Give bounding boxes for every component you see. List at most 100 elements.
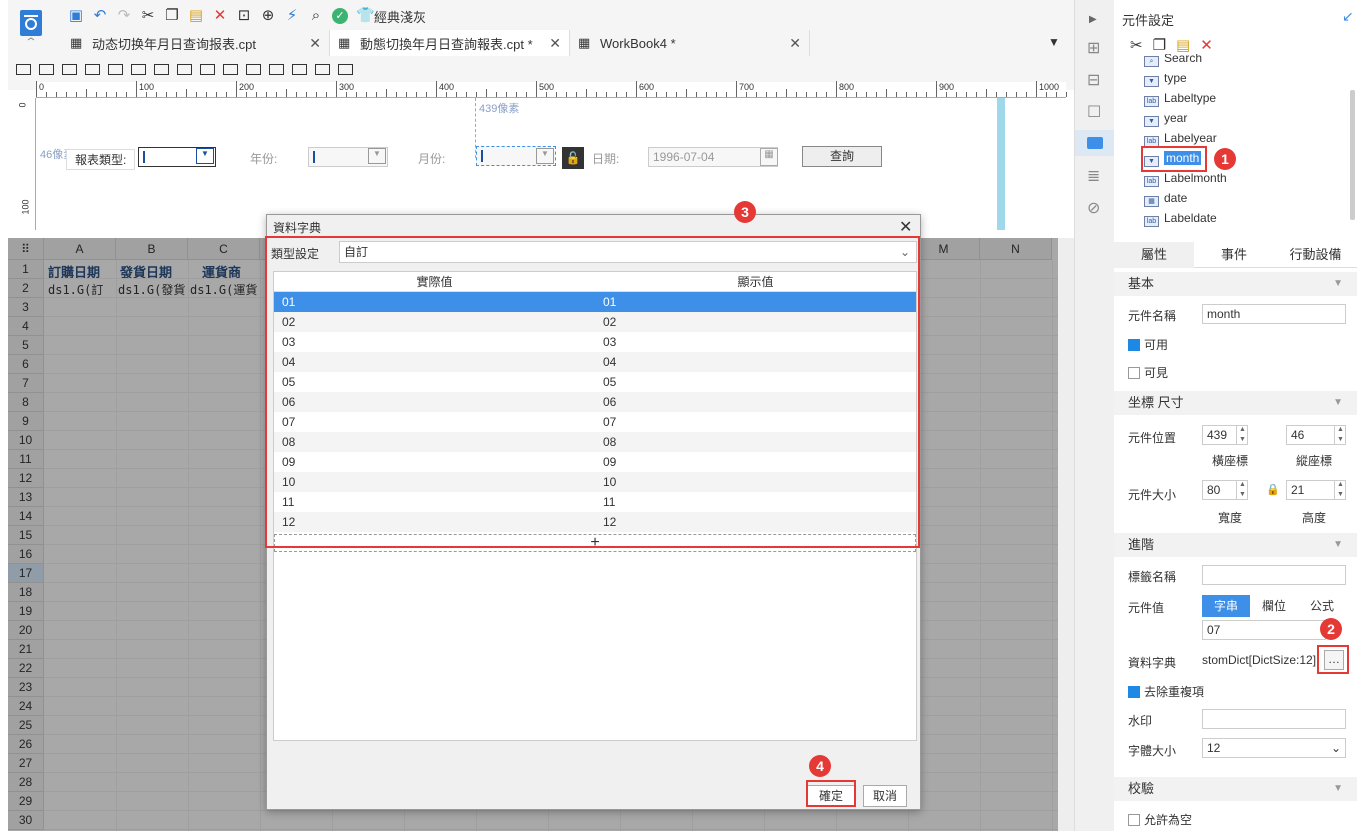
grid-scrollbar[interactable] [1058, 238, 1074, 831]
widget-txt-icon[interactable] [223, 63, 238, 75]
preview-icon[interactable]: ⊡ [236, 8, 252, 24]
cancel-button[interactable]: 取消 [863, 785, 907, 807]
plugin-icon[interactable]: ⚡ [284, 8, 300, 24]
value-tab-string[interactable]: 字串 [1202, 595, 1250, 617]
widget-label-icon[interactable] [39, 63, 54, 75]
combo-arrow-icon[interactable]: ▼ [536, 148, 554, 164]
value-tab-formula[interactable]: 公式 [1298, 595, 1346, 617]
cut-icon[interactable]: ✂ [140, 8, 156, 24]
tab-file-3[interactable]: ▦ WorkBook4 * ✕ [570, 30, 810, 56]
close-icon[interactable]: ✕ [309, 35, 321, 52]
tree-item-labeldate[interactable]: lab Labeldate [1144, 208, 1217, 228]
widget-toggle-icon[interactable] [269, 63, 284, 75]
lock-icon[interactable]: 🔓 [562, 147, 584, 169]
section-advanced[interactable]: 進階 ▼ [1114, 533, 1357, 557]
lock-icon[interactable]: 🔒 [1266, 483, 1280, 496]
date-field[interactable]: 1996-07-04 [648, 147, 778, 167]
enabled-checkbox[interactable]: 可用 [1128, 336, 1168, 353]
close-icon[interactable]: ✕ [899, 217, 912, 237]
link-icon[interactable]: ⊘ [1087, 198, 1100, 218]
widget-textarea-icon[interactable] [154, 63, 169, 75]
tag-name-input[interactable] [1202, 565, 1346, 585]
paste-icon[interactable]: ▤ [1176, 36, 1190, 54]
widget-name-input[interactable]: month [1202, 304, 1346, 324]
tab-file-2[interactable]: ▦ 動態切換年月日查詢報表.cpt * ✕ [330, 30, 570, 56]
tree-item-year[interactable]: ▼ year [1144, 108, 1187, 128]
close-icon[interactable]: ✕ [549, 35, 561, 52]
check-icon [1128, 339, 1140, 351]
widget-button-icon[interactable] [62, 63, 77, 75]
style-icon[interactable]: ⊟ [1087, 70, 1100, 90]
section-coordinates[interactable]: 坐標 尺寸 ▼ [1114, 391, 1357, 415]
widget-checkbox-icon[interactable] [200, 63, 215, 75]
classic-theme-button[interactable]: 經典淺灰 [374, 7, 426, 26]
tree-item-labeltype[interactable]: lab Labeltype [1144, 88, 1216, 108]
font-size-select[interactable]: 12 ⌄ [1202, 738, 1346, 758]
visible-checkbox[interactable]: 可見 [1128, 364, 1168, 381]
widget-upload-icon[interactable] [315, 63, 330, 75]
watermark-input[interactable] [1202, 709, 1346, 729]
collapse-arrow-icon[interactable]: ▶ [1089, 14, 1097, 25]
save-icon[interactable]: ▣ [68, 8, 84, 24]
delete-icon[interactable]: ✕ [212, 8, 228, 24]
close-icon[interactable]: ✕ [789, 35, 801, 52]
tab-menu-icon[interactable]: ▼ [1048, 35, 1060, 49]
widget-date-icon[interactable] [108, 63, 123, 75]
widget-settings-icon[interactable] [1075, 130, 1115, 156]
ruler-tick [676, 92, 677, 97]
tree-item-labelyear[interactable]: lab Labelyear [1144, 128, 1217, 148]
inspect-icon[interactable]: ⌕ [308, 8, 324, 24]
theme-icon[interactable]: 👕 [356, 8, 375, 24]
value-tab-field[interactable]: 欄位 [1250, 595, 1298, 617]
stepper-icon[interactable]: ▲ ▼ [1236, 480, 1248, 500]
delete-icon[interactable]: ✕ [1200, 36, 1213, 54]
tree-item-type[interactable]: ▼ type [1144, 68, 1187, 88]
redo-icon[interactable]: ↷ [116, 8, 132, 24]
undo-icon[interactable]: ↶ [92, 8, 108, 24]
copy-icon[interactable]: ❐ [164, 8, 180, 24]
stepper-icon[interactable]: ▲ ▼ [1236, 425, 1248, 445]
cell-attr-icon[interactable]: ⊞ [1087, 38, 1100, 58]
tab-events[interactable]: 事件 [1194, 242, 1274, 268]
widget-combo-icon[interactable] [85, 63, 100, 75]
copy-icon[interactable]: ❐ [1153, 36, 1166, 54]
widget-tree-icon[interactable] [292, 63, 307, 75]
dedupe-checkbox[interactable]: 去除重複項 [1128, 683, 1204, 700]
stepper-icon[interactable]: ▲ ▼ [1334, 425, 1346, 445]
cut-icon[interactable]: ✂ [1130, 36, 1143, 54]
parameter-form-canvas[interactable]: 439像素 46像素 報表類型: ▼ 年份: ▼ 月份: ▼ 🔓 日期: 199… [36, 98, 1066, 230]
combo-arrow-icon[interactable]: ▼ [368, 148, 386, 164]
globe-icon[interactable]: ⊕ [260, 8, 276, 24]
condition-icon[interactable]: ≣ [1087, 166, 1100, 186]
frame-icon[interactable]: ☐ [1087, 102, 1101, 122]
check-icon[interactable]: ✓ [332, 8, 348, 24]
calendar-icon[interactable]: ▦ [760, 148, 778, 166]
app-logo-icon[interactable] [16, 8, 46, 42]
query-button[interactable]: 查詢 [802, 146, 882, 167]
tag-name-label: 標籤名稱 [1128, 570, 1177, 584]
widget-password-icon[interactable] [246, 63, 261, 75]
widget-more-icon[interactable] [338, 63, 353, 75]
expand-icon[interactable]: ↙ [1342, 8, 1354, 25]
tree-item-date[interactable]: ▦ date [1144, 188, 1187, 208]
tab-properties[interactable]: 屬性 [1114, 241, 1194, 268]
tab-file-1[interactable]: ▦ 动态切换年月日查询报表.cpt ✕ [62, 30, 330, 56]
label-widget-icon: lab [1144, 216, 1159, 227]
allow-empty-checkbox[interactable]: 允許為空 [1128, 811, 1192, 828]
paste-icon[interactable]: ▤ [188, 8, 204, 24]
widget-text-icon[interactable] [16, 63, 31, 75]
section-validation[interactable]: 校驗 ▼ [1114, 777, 1357, 801]
combo-arrow-icon[interactable]: ▼ [196, 148, 214, 164]
ruler-tick [976, 92, 977, 97]
widget-radio-icon[interactable] [177, 63, 192, 75]
widget-value-input[interactable]: 07 [1202, 620, 1326, 640]
ruler-tick [306, 92, 307, 97]
section-basic[interactable]: 基本 ▼ [1114, 272, 1357, 296]
stepper-icon[interactable]: ▲ ▼ [1334, 480, 1346, 500]
ruler-tick [1046, 92, 1047, 97]
tree-item-search[interactable]: ⌕ Search [1144, 54, 1202, 68]
widget-number-icon[interactable] [131, 63, 146, 75]
tab-mobile[interactable]: 行動設備 [1274, 242, 1357, 268]
tree-scrollbar[interactable] [1350, 90, 1355, 220]
ruler-tick-label: 700 [739, 82, 755, 92]
